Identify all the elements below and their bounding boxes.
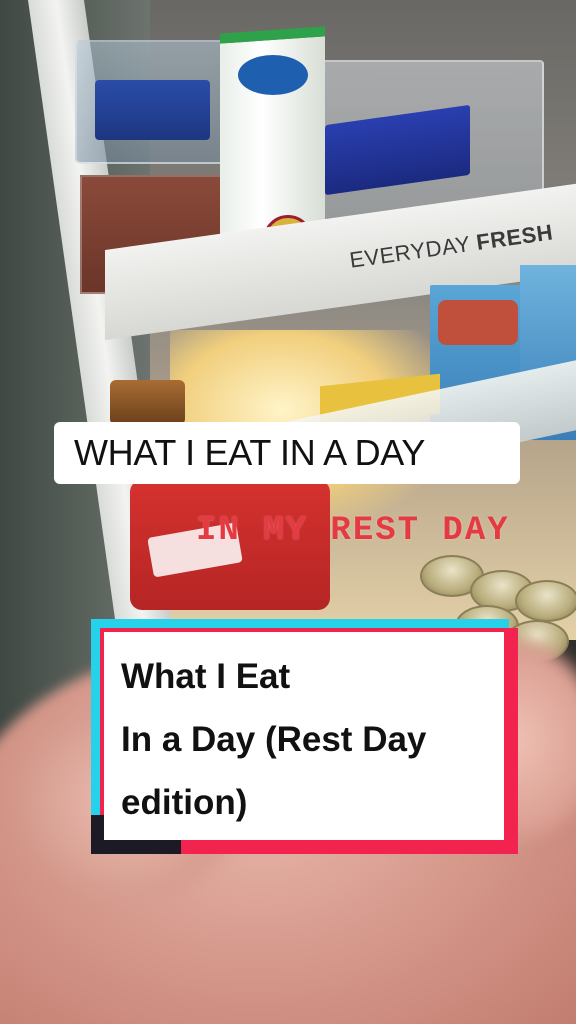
can (515, 580, 576, 622)
caption-rest-day: IN MY REST DAY (196, 512, 510, 550)
title-card: What I Eat In a Day (Rest Day edition) (91, 619, 518, 854)
caption-text: WHAT I EAT IN A DAY (74, 432, 426, 473)
title-card-text: What I Eat In a Day (Rest Day edition) (121, 645, 488, 834)
food-picture (438, 300, 518, 345)
title-line-2: In a Day (Rest Day (121, 720, 427, 759)
milk-brand-logo (238, 55, 308, 95)
jar-lid (110, 380, 185, 425)
title-line-1: What I Eat (121, 657, 291, 696)
title-line-3: edition) (121, 783, 248, 822)
title-card-panel: What I Eat In a Day (Rest Day edition) (104, 632, 504, 840)
cheese-pack (95, 80, 210, 140)
video-frame[interactable]: EVERYDAY FRESH WHAT I EAT IN A DAY IN MY… (0, 0, 576, 1024)
caption-what-i-eat: WHAT I EAT IN A DAY (54, 422, 520, 484)
